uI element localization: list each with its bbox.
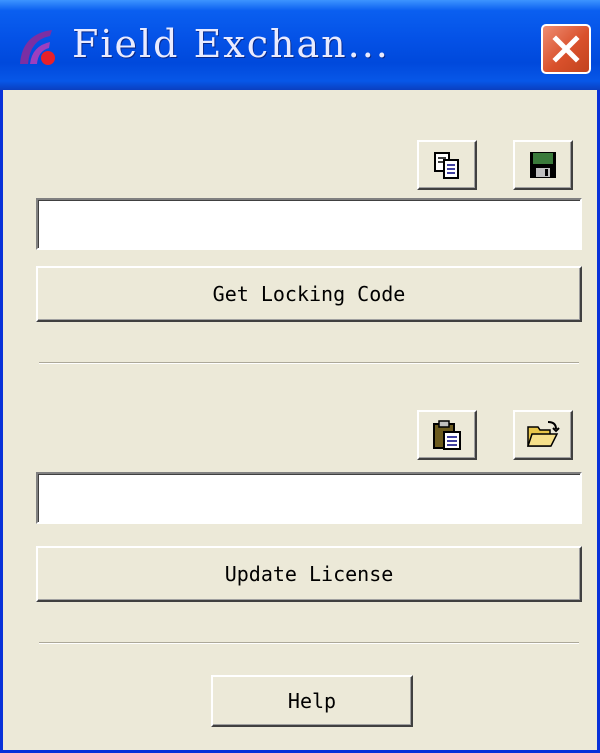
save-button[interactable] bbox=[513, 140, 573, 190]
get-locking-code-label: Get Locking Code bbox=[212, 282, 406, 306]
window-title: Field Exchan... bbox=[72, 22, 390, 66]
separator-top bbox=[39, 362, 579, 364]
help-label: Help bbox=[287, 689, 337, 713]
close-button[interactable] bbox=[541, 24, 591, 74]
paste-clipboard-icon bbox=[433, 420, 461, 450]
copy-icon bbox=[434, 152, 459, 179]
field-exchange-window: Field Exchan... Get Locking Code Update … bbox=[0, 0, 600, 753]
license-field[interactable] bbox=[36, 472, 582, 524]
open-button[interactable] bbox=[513, 410, 573, 460]
title-bar[interactable]: Field Exchan... bbox=[0, 0, 600, 90]
open-folder-icon bbox=[526, 421, 560, 447]
update-license-button[interactable]: Update License bbox=[36, 546, 582, 602]
update-license-label: Update License bbox=[224, 562, 394, 586]
copy-button[interactable] bbox=[417, 140, 477, 190]
get-locking-code-button[interactable]: Get Locking Code bbox=[36, 266, 582, 322]
close-x-icon bbox=[552, 35, 580, 63]
paste-button[interactable] bbox=[417, 410, 477, 460]
locking-code-field[interactable] bbox=[36, 198, 582, 250]
app-logo-icon bbox=[16, 24, 60, 68]
help-button[interactable]: Help bbox=[211, 675, 413, 727]
floppy-disk-save-icon bbox=[530, 152, 556, 178]
separator-bottom bbox=[39, 642, 579, 644]
